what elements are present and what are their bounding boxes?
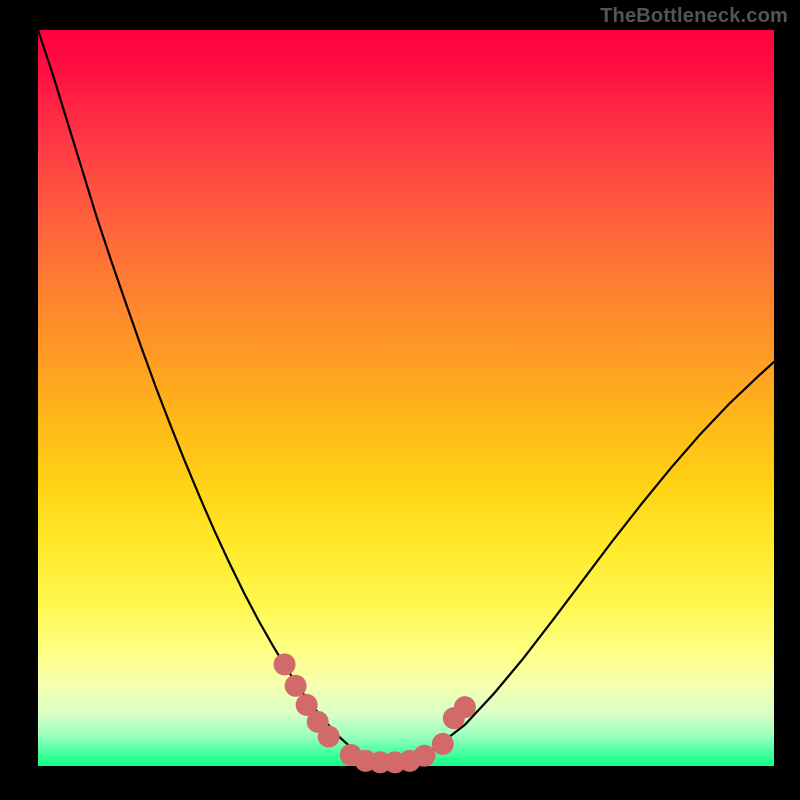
curve-marker [432,733,454,755]
curve-marker [285,675,307,697]
curve-marker [413,745,435,767]
curve-marker [454,696,476,718]
watermark-text: TheBottleneck.com [600,6,788,26]
chart-frame: TheBottleneck.com [0,0,800,800]
marker-group [274,653,476,773]
bottleneck-curve [38,30,774,765]
curve-marker [274,653,296,675]
curve-marker [318,726,340,748]
chart-svg [38,30,774,766]
plot-area [38,30,774,766]
